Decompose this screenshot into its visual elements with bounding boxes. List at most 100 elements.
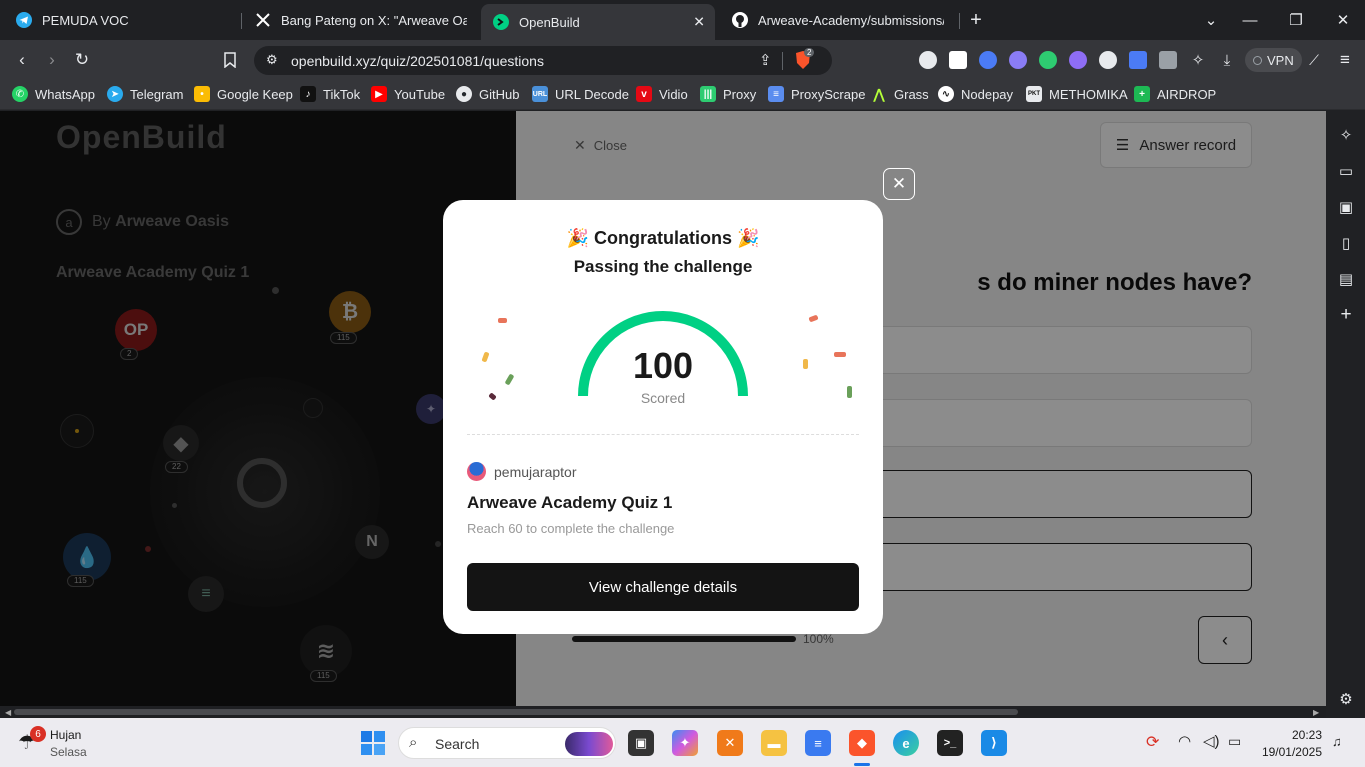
vpn-status-icon [1253,55,1262,65]
address-bar[interactable]: ⚙ openbuild.xyz/quiz/202501081/questions… [254,46,832,75]
search-highlight-image [565,732,613,756]
volume-icon[interactable]: ◁) [1203,732,1220,750]
bookmark-url-decode[interactable]: URL URL Decode [532,86,629,102]
downloads-icon[interactable]: ⤓ [1215,48,1239,72]
extension-icon-5[interactable] [1039,51,1057,69]
clock-date[interactable]: 19/01/2025 [1252,745,1322,759]
menu-icon[interactable]: ≡ [1333,48,1357,72]
extension-icon-3[interactable] [979,51,997,69]
close-tab-icon[interactable]: ✕ [693,14,705,31]
extension-icon-6[interactable] [1069,51,1087,69]
tab-title: Arweave-Academy/submissions/rija [758,12,944,28]
modal-title: 🎉 Congratulations 🎉 [566,228,760,248]
minimize-button[interactable]: — [1238,8,1262,32]
extension-icon-2[interactable] [949,51,967,69]
x-icon [255,12,271,28]
active-app-indicator [854,763,870,766]
bookmark-nodepay[interactable]: ∿ Nodepay [938,86,1013,102]
brave-icon[interactable]: ◆ [849,730,875,756]
battery-icon[interactable]: ▭ [1228,733,1241,750]
tab-bang-pateng[interactable]: Bang Pateng on X: "Arweave Oasis C [243,6,479,34]
extension-icon-1[interactable] [919,51,937,69]
bookmark-github[interactable]: ● GitHub [456,86,519,102]
bookmark-google-keep[interactable]: • Google Keep [194,86,293,102]
tiktok-icon: ♪ [300,86,316,102]
clock-time[interactable]: 20:23 [1258,728,1322,742]
wallet-icon[interactable]: ▣ [1336,197,1356,217]
taskbar-search[interactable]: ⌕ Search [398,727,616,759]
bookmark-methomika[interactable]: PKT METHOMIKA [1026,86,1128,102]
bookmarks-icon[interactable]: ▯ [1336,233,1356,253]
xampp-icon[interactable]: ✕ [717,730,743,756]
forward-button[interactable]: › [40,48,64,72]
weather-title[interactable]: Hujan [50,728,81,742]
leo-sparkle-icon[interactable]: ✧ [1336,125,1356,145]
confetti [808,314,819,323]
bookmark-telegram[interactable]: ➤ Telegram [107,86,183,102]
tab-search-icon[interactable]: ⌄ [1199,8,1223,32]
telegram-icon: ➤ [107,86,123,102]
new-tab-button[interactable]: + [964,8,988,32]
task-view-icon[interactable]: ▣ [628,730,654,756]
bookmark-proxyscrape[interactable]: ≡ ProxyScrape [768,86,865,102]
extensions-puzzle-icon[interactable]: ✧ [1186,48,1210,72]
edge-icon[interactable]: e [893,730,919,756]
modal-close-button[interactable]: ✕ [883,168,915,200]
terminal-icon[interactable]: >_ [937,730,963,756]
wifi-icon[interactable]: ◠ [1178,732,1191,750]
extension-icon-4[interactable] [1009,51,1027,69]
media-icon[interactable]: ▭ [1336,161,1356,181]
user-row: pemujaraptor [467,462,577,481]
site-settings-icon[interactable]: ⚙ [266,52,278,68]
tab-pemuda-voc[interactable]: PEMUDA VOC [4,6,240,34]
extension-icon-9[interactable] [1159,51,1177,69]
extension-icon-7[interactable] [1099,51,1117,69]
file-explorer-icon[interactable]: ▬ [761,730,787,756]
notepad-icon[interactable]: ≡ [805,730,831,756]
reading-list-icon[interactable]: ▤ [1336,269,1356,289]
notification-icon[interactable]: ♫ [1332,734,1342,749]
search-placeholder: Search [435,736,480,752]
close-window-button[interactable]: ✕ [1331,8,1355,32]
scrollbar-thumb[interactable] [14,709,1018,715]
reload-button[interactable]: ↻ [70,48,94,72]
weather-badge: 6 [30,726,46,742]
horizontal-scrollbar[interactable]: ◀ ▶ [0,706,1326,718]
bookmark-grass[interactable]: ⋀ Grass [871,86,929,102]
confetti [498,318,507,323]
vpn-button[interactable]: VPN [1245,48,1302,72]
browser-toolbar: ‹ › ↻ ⚙ openbuild.xyz/quiz/202501081/que… [0,40,1365,80]
view-challenge-details-button[interactable]: View challenge details [467,563,859,611]
windows-start-icon[interactable] [361,731,385,755]
party-popper-icon: 🎉 [737,228,760,248]
github-icon [732,12,748,28]
sidebar-settings-icon[interactable]: ⚙ [1336,689,1356,709]
add-sidebar-item-icon[interactable]: + [1336,304,1356,325]
copilot-icon[interactable]: ✦ [672,730,698,756]
youtube-icon: ▶ [371,86,387,102]
bookmark-icon[interactable] [218,48,242,72]
share-icon[interactable]: ⇪ [759,51,772,69]
back-button[interactable]: ‹ [10,48,34,72]
bookmark-tiktok[interactable]: ♪ TikTok [300,86,360,102]
vscode-icon[interactable]: ⟩ [981,730,1007,756]
tab-arweave-academy[interactable]: Arweave-Academy/submissions/rija [720,6,956,34]
bookmark-whatsapp[interactable]: ✆ WhatsApp [12,86,95,102]
bookmark-vidio[interactable]: v Vidio [636,86,688,102]
update-icon[interactable]: ⟳ [1146,732,1159,752]
bookmark-youtube[interactable]: ▶ YouTube [371,86,445,102]
username: pemujaraptor [494,463,577,480]
translate-icon[interactable] [1129,51,1147,69]
weather-subtitle: Selasa [50,745,87,759]
leo-ai-icon[interactable]: ⟋ [1302,48,1326,72]
bookmark-airdrop[interactable]: + AIRDROP [1134,86,1216,102]
maximize-button[interactable]: ❐ [1284,8,1308,32]
tab-title: Bang Pateng on X: "Arweave Oasis C [281,12,467,28]
openbuild-icon [493,14,509,30]
score-label: Scored [640,390,686,406]
confetti [847,386,852,398]
google-keep-icon: • [194,86,210,102]
tab-openbuild[interactable]: OpenBuild ✕ [481,4,715,40]
grass-icon: ⋀ [873,85,885,102]
bookmark-proxy[interactable]: ||| Proxy [700,86,756,102]
